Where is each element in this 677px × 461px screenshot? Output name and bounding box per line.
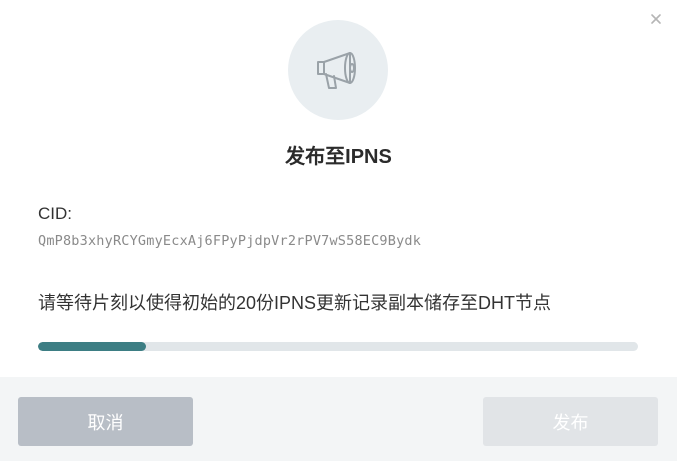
cid-label: CID: xyxy=(38,204,72,223)
publish-ipns-dialog: 发布至IPNS CID: QmP8b3xhyRCYGmyEcxAj6FPyPjd… xyxy=(0,0,677,461)
status-message: 请等待片刻以使得初始的20份IPNS更新记录副本储存至DHT节点 xyxy=(38,293,552,313)
close-icon[interactable] xyxy=(649,12,663,26)
dialog-title: 发布至IPNS xyxy=(285,146,392,168)
megaphone-icon-badge xyxy=(288,20,388,120)
publish-button[interactable]: 发布 xyxy=(483,397,658,446)
cancel-button[interactable]: 取消 xyxy=(18,397,193,446)
progress-bar xyxy=(38,342,638,351)
megaphone-icon xyxy=(317,52,356,89)
dialog-footer: 取消 发布 xyxy=(0,377,677,461)
cid-value: QmP8b3xhyRCYGmyEcxAj6FPyPjdpVr2rPV7wS58E… xyxy=(38,233,422,249)
progress-bar-fill xyxy=(38,342,146,351)
